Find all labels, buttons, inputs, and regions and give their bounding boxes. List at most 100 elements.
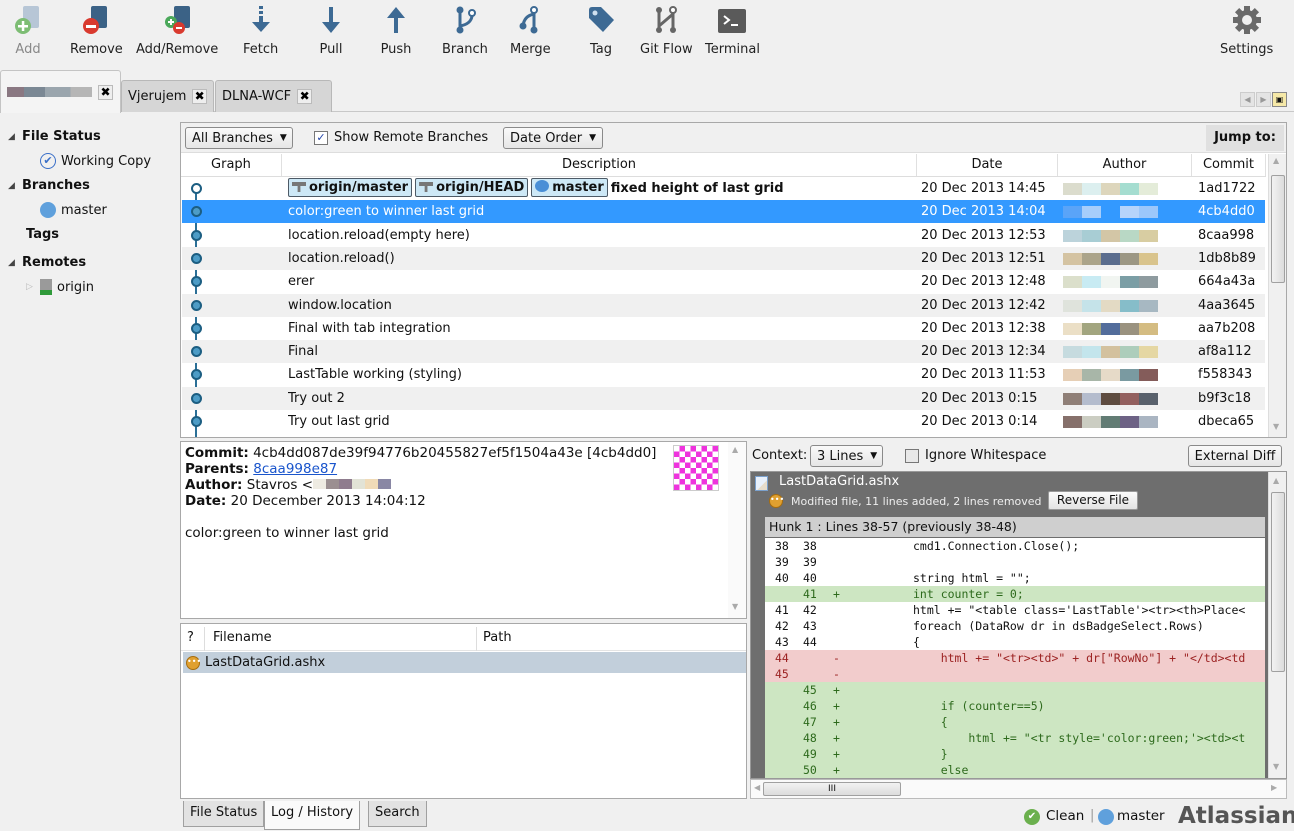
file-row[interactable]: ••• LastDataGrid.ashx — [183, 652, 746, 673]
terminal-button[interactable]: Terminal — [705, 4, 760, 66]
column-header-path[interactable]: Path — [483, 630, 512, 645]
commit-date: 20 Dec 2013 12:34 — [921, 344, 1046, 360]
ref-badge[interactable]: master — [531, 178, 608, 197]
sidebar-tags[interactable]: Tags — [26, 227, 59, 242]
commit-row[interactable]: Try out 2 20 Dec 2013 0:15 b9f3c18 — [182, 386, 1265, 410]
commit-date: 20 Dec 2013 11:53 — [921, 367, 1046, 383]
tag-button[interactable]: Tag — [585, 4, 617, 66]
scrollbar-thumb[interactable] — [1271, 492, 1285, 672]
external-diff-button[interactable]: External Diff — [1188, 445, 1282, 467]
scroll-left-icon[interactable]: ◀ — [754, 783, 760, 792]
scroll-up-icon[interactable]: ▲ — [732, 445, 738, 454]
remove-button[interactable]: Remove — [70, 4, 123, 66]
commit-row[interactable]: LastTable working (styling) 20 Dec 2013 … — [182, 363, 1265, 386]
pull-button[interactable]: Pull — [315, 4, 347, 66]
show-remote-branches-checkbox[interactable]: ✓ Show Remote Branches — [314, 130, 488, 145]
branch-button[interactable]: Branch — [442, 4, 488, 66]
context-label: Context: — [752, 448, 808, 463]
sidebar-item-branch-master[interactable]: master — [40, 202, 107, 218]
commit-hash: aa7b208 — [1198, 320, 1256, 336]
add-button[interactable]: Add — [12, 4, 44, 66]
git-flow-button[interactable]: Git Flow — [640, 4, 693, 66]
scroll-tabs-left-icon[interactable]: ◀ — [1240, 92, 1255, 107]
ref-badge[interactable]: origin/HEAD — [415, 178, 529, 197]
checkbox-checked-icon[interactable]: ✓ — [314, 130, 328, 145]
expand-triangle-icon[interactable]: ◢ — [8, 258, 22, 268]
commit-row[interactable]: Try out last grid 20 Dec 2013 0:14 dbeca… — [182, 410, 1265, 433]
column-header-status[interactable]: ? — [187, 630, 194, 645]
diff-horizontal-scrollbar[interactable]: ◀ III ▶ — [750, 779, 1287, 799]
history-scrollbar[interactable]: ▲ ▼ — [1268, 154, 1286, 437]
context-lines-dropdown[interactable]: 3 Lines ▼ — [810, 445, 883, 467]
scroll-up-icon[interactable]: ▲ — [1273, 476, 1279, 485]
add-remove-button[interactable]: Add/Remove — [136, 4, 218, 66]
local-branch-icon — [535, 180, 550, 192]
commit-date: 20 Dec 2013 12:38 — [921, 320, 1046, 336]
close-tab-icon[interactable]: ✖ — [192, 89, 207, 104]
expand-triangle-icon[interactable]: ◢ — [8, 132, 22, 142]
close-tab-icon[interactable]: ✖ — [98, 84, 113, 100]
close-tab-icon[interactable]: ✖ — [297, 89, 313, 104]
commit-node — [191, 416, 202, 427]
commit-row[interactable]: Final with tab integration 20 Dec 2013 1… — [182, 317, 1265, 340]
sidebar-item-working-copy[interactable]: ✔ Working Copy — [40, 153, 151, 169]
parent-commit-link[interactable]: 8caa998e87 — [253, 461, 337, 477]
commit-row[interactable]: window.location 20 Dec 2013 12:42 4aa364… — [182, 293, 1265, 317]
collapsed-triangle-icon[interactable]: ▷ — [26, 282, 40, 292]
reverse-file-button[interactable]: Reverse File — [1048, 491, 1138, 510]
checkbox-unchecked-icon[interactable] — [905, 448, 919, 463]
expand-triangle-icon[interactable]: ◢ — [8, 181, 22, 191]
sidebar-file-status[interactable]: ◢ File Status — [8, 129, 101, 144]
tab-list-icon[interactable]: ▣ — [1272, 92, 1287, 107]
commit-row[interactable]: erer 20 Dec 2013 12:48 664a43a — [182, 270, 1265, 293]
jump-to-button[interactable]: Jump to: — [1206, 125, 1284, 151]
status-bar: ✔ Clean | master Atlassian — [1020, 803, 1294, 831]
sidebar-remotes[interactable]: ◢ Remotes — [8, 255, 86, 270]
diff-toolbar: Context: 3 Lines ▼ Ignore Whitespace Exte… — [748, 441, 1287, 471]
merge-button[interactable]: Merge — [510, 4, 551, 66]
commit-node — [191, 322, 202, 334]
ignore-whitespace-checkbox[interactable]: Ignore Whitespace — [905, 448, 1046, 463]
ref-badge[interactable]: origin/master — [288, 178, 413, 197]
tab-current-repo[interactable]: ✖ — [0, 70, 121, 113]
commit-date: 20 Dec 2013 14:04 — [921, 204, 1046, 220]
tab-vjerujem[interactable]: Vjerujem ✖ — [121, 80, 214, 112]
commit-row[interactable]: origin/master origin/HEAD master fixed heig… — [182, 177, 1265, 200]
sidebar-item-remote-origin[interactable]: ▷ origin — [26, 279, 94, 295]
column-header-graph[interactable]: Graph — [181, 154, 282, 176]
commit-row[interactable]: location.reload(empty here) 20 Dec 2013 … — [182, 224, 1265, 247]
commit-hash: 1ad1722 — [1198, 181, 1256, 196]
column-header-date[interactable]: Date — [917, 154, 1058, 176]
add-file-icon — [12, 4, 44, 36]
commit-hash: b9f3c18 — [1198, 390, 1252, 406]
commit-row[interactable]: Final 20 Dec 2013 12:34 af8a112 — [182, 340, 1265, 364]
commit-row[interactable]: color:green to winner last grid 20 Dec 2… — [182, 200, 1265, 224]
scroll-down-icon[interactable]: ▼ — [732, 602, 738, 611]
scroll-right-icon[interactable]: ▶ — [1271, 783, 1277, 792]
scroll-down-icon[interactable]: ▼ — [1273, 422, 1279, 431]
scroll-down-icon[interactable]: ▼ — [1273, 762, 1279, 771]
column-header-description[interactable]: Description — [282, 154, 917, 176]
column-header-filename[interactable]: Filename — [213, 630, 272, 645]
diff-scrollbar[interactable]: ▲ ▼ — [1268, 472, 1286, 778]
column-header-commit[interactable]: Commit — [1192, 154, 1266, 176]
settings-button[interactable]: Settings — [1220, 4, 1273, 66]
tab-search[interactable]: Search — [368, 801, 427, 827]
column-header-author[interactable]: Author — [1058, 154, 1192, 176]
commit-row[interactable]: location.reload() 20 Dec 2013 12:51 1db8… — [182, 246, 1265, 270]
fetch-button[interactable]: Fetch — [243, 4, 278, 66]
order-dropdown[interactable]: Date Order ▼ — [503, 127, 603, 149]
tab-dlna-wcf[interactable]: DLNA-WCF ✖ — [215, 80, 332, 112]
tab-log-history[interactable]: Log / History — [264, 801, 361, 830]
details-scrollbar[interactable]: ▲ ▼ — [728, 442, 746, 618]
scrollbar-thumb[interactable]: III — [763, 782, 901, 796]
commit-details: Commit: 4cb4dd087de39f94776b20455827ef5f… — [180, 441, 747, 619]
scrollbar-thumb[interactable] — [1271, 175, 1285, 283]
scroll-tabs-right-icon[interactable]: ▶ — [1256, 92, 1271, 107]
scroll-up-icon[interactable]: ▲ — [1273, 156, 1279, 165]
push-button[interactable]: Push — [380, 4, 412, 66]
sidebar-branches[interactable]: ◢ Branches — [8, 178, 90, 193]
history-panel: All Branches ▼ ✓ Show Remote Branches Dat… — [180, 122, 1287, 438]
branch-filter-dropdown[interactable]: All Branches ▼ — [185, 127, 293, 149]
tab-file-status[interactable]: File Status — [183, 801, 265, 827]
